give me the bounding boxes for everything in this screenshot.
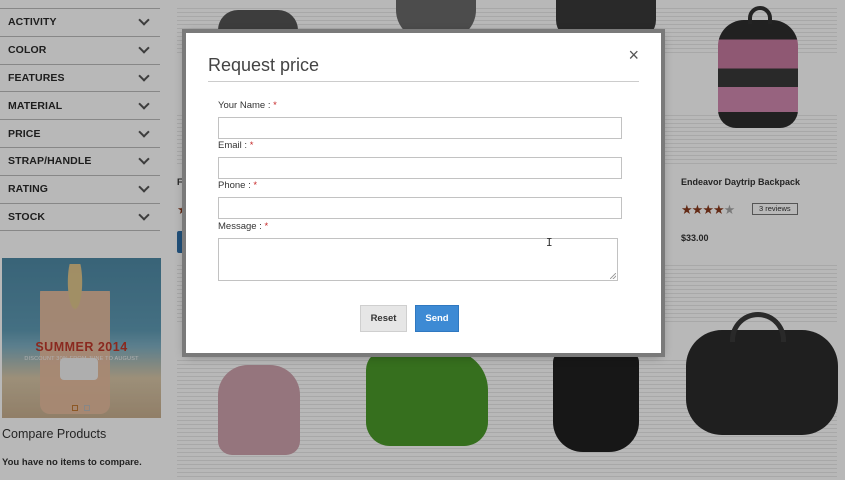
email-label: Email : * (218, 140, 253, 151)
required-mark: * (249, 140, 254, 151)
text-cursor-icon: I (546, 236, 553, 249)
required-mark: * (273, 100, 277, 111)
modal-title: Request price (208, 55, 320, 75)
modal-divider (208, 81, 639, 82)
name-label: Your Name : * (218, 100, 277, 111)
label-text: Email : (218, 140, 250, 151)
required-mark: * (253, 180, 258, 191)
label-text: Your Name : (218, 100, 274, 111)
send-button[interactable]: Send (415, 305, 459, 332)
resize-handle-icon[interactable] (610, 273, 616, 279)
reset-button[interactable]: Reset (360, 305, 407, 332)
required-mark: * (264, 221, 269, 232)
label-text: Phone : (218, 180, 254, 191)
phone-label: Phone : * (218, 180, 257, 191)
message-textarea[interactable] (218, 238, 618, 281)
request-price-modal: Request price × Your Name : * Email : * … (186, 33, 661, 353)
name-field[interactable] (218, 117, 622, 139)
label-text: Message : (218, 221, 265, 232)
phone-field[interactable] (218, 197, 622, 219)
close-icon[interactable]: × (628, 45, 639, 66)
message-label: Message : * (218, 221, 268, 232)
email-field[interactable] (218, 157, 622, 179)
